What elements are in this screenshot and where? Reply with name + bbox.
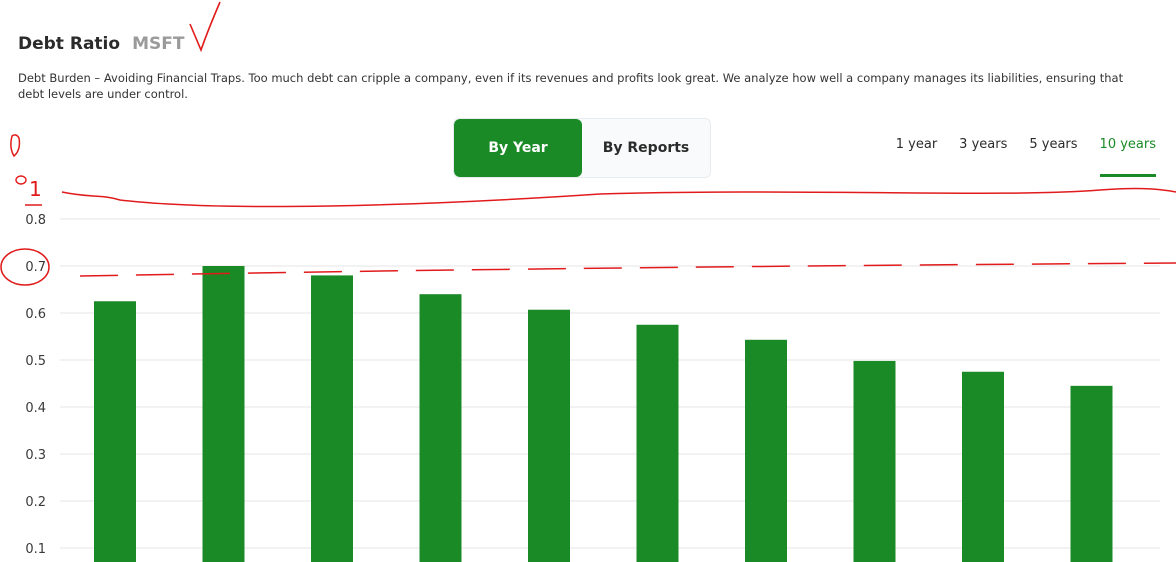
by-reports-button[interactable]: By Reports [582,119,710,177]
bar[interactable] [202,266,245,562]
range-tabs: 1 year 3 years 5 years 10 years [874,137,1156,177]
ticker-symbol: MSFT [132,34,185,54]
by-year-button[interactable]: By Year [454,119,582,177]
chart-description: Debt Burden – Avoiding Financial Traps. … [18,71,1124,101]
bar[interactable] [745,339,787,562]
chart-header: Debt Ratio MSFT [18,34,184,54]
y-tick-label: 0.5 [25,354,46,369]
bar[interactable] [94,301,136,562]
checkmark-annotation [189,1,221,53]
range-10-years[interactable]: 10 years [1099,137,1156,177]
page-title: Debt Ratio [18,34,121,54]
bar[interactable] [419,294,462,562]
range-1-year[interactable]: 1 year [896,137,937,177]
debt-ratio-chart: 0.8 0.7 0.6 0.5 0.4 0.3 0.2 0.1 [25,213,1160,562]
y-tick-label: 0.6 [25,307,46,322]
bar[interactable] [636,324,679,562]
y-tick-label: 0.8 [25,213,46,228]
y-tick-label: 0.7 [25,260,46,275]
y-tick-label: 0.2 [25,495,46,510]
bar[interactable] [853,360,896,562]
range-3-years[interactable]: 3 years [959,137,1007,177]
bar[interactable] [528,309,570,562]
y-tick-label: 0.4 [25,401,46,416]
bar[interactable] [1070,385,1113,562]
view-toggle: By Year By Reports [453,118,711,178]
bar-layer [94,266,1113,562]
exclamation-annotation [10,134,21,158]
bar[interactable] [962,371,1004,562]
range-5-years[interactable]: 5 years [1029,137,1077,177]
y-tick-label: 0.1 [25,542,46,557]
y-tick-label: 0.3 [25,448,46,463]
bar[interactable] [311,275,353,562]
